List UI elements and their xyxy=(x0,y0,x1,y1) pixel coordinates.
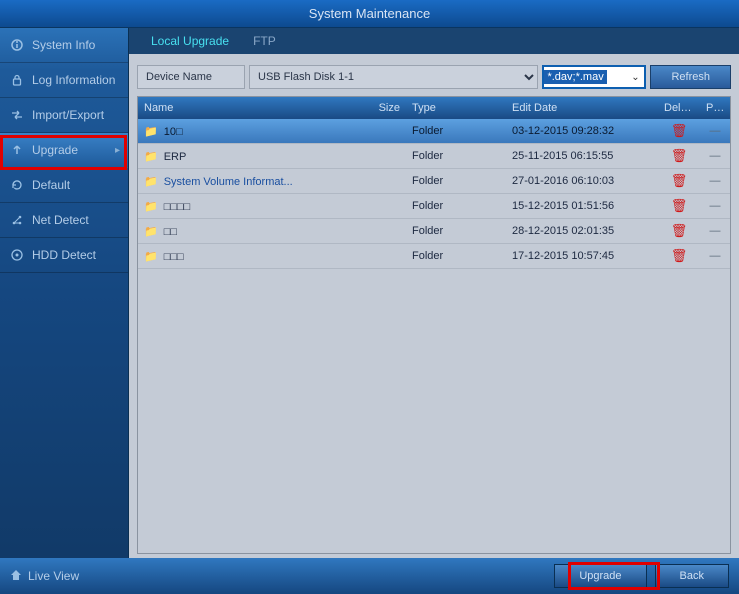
col-size[interactable]: Size xyxy=(368,102,406,114)
folder-icon: 📁 xyxy=(144,126,158,138)
row-type: Folder xyxy=(406,125,506,137)
trash-icon[interactable]: 🗑 xyxy=(671,148,688,163)
play-disabled: — xyxy=(710,150,721,162)
lock-icon xyxy=(10,73,24,87)
play-disabled: — xyxy=(710,225,721,237)
trash-icon[interactable]: 🗑 xyxy=(671,173,688,188)
file-filter-value: *.dav;*.mav xyxy=(544,70,606,84)
folder-icon: 📁 xyxy=(144,176,158,188)
sidebar-item-default[interactable]: Default xyxy=(0,168,128,203)
device-select[interactable]: USB Flash Disk 1-1 xyxy=(249,65,538,89)
col-date[interactable]: Edit Date xyxy=(506,102,658,114)
trash-icon[interactable]: 🗑 xyxy=(671,248,688,263)
sidebar-item-label: System Info xyxy=(32,38,95,52)
play-disabled: — xyxy=(710,250,721,262)
window-title: System Maintenance xyxy=(0,0,739,28)
info-icon xyxy=(10,38,24,52)
footer: Live View Upgrade Back xyxy=(0,558,739,594)
play-disabled: — xyxy=(710,200,721,212)
row-type: Folder xyxy=(406,150,506,162)
folder-name: □□ xyxy=(164,226,177,238)
sidebar-item-log-information[interactable]: Log Information xyxy=(0,63,128,98)
disc-icon xyxy=(10,248,24,262)
file-table: Name Size Type Edit Date Delete Play 📁 10… xyxy=(137,96,731,554)
live-view-button[interactable]: Live View xyxy=(10,569,79,584)
up-icon xyxy=(10,143,24,157)
row-date: 03-12-2015 09:28:32 xyxy=(506,125,658,137)
folder-name: □□□□ xyxy=(164,201,191,213)
row-date: 27-01-2016 06:10:03 xyxy=(506,175,658,187)
col-play[interactable]: Play xyxy=(700,102,730,114)
play-disabled: — xyxy=(710,175,721,187)
transfer-icon xyxy=(10,108,24,122)
folder-name: □□□ xyxy=(164,251,184,263)
sidebar-item-import-export[interactable]: Import/Export xyxy=(0,98,128,133)
live-view-label: Live View xyxy=(28,569,79,583)
sidebar-item-label: Import/Export xyxy=(32,108,104,122)
table-row[interactable]: 📁 10□ Folder03-12-2015 09:28:32 🗑 — xyxy=(138,119,730,144)
folder-link[interactable]: System Volume Informat... xyxy=(164,176,293,188)
row-type: Folder xyxy=(406,250,506,262)
play-disabled: — xyxy=(710,125,721,137)
col-name[interactable]: Name xyxy=(138,102,368,114)
col-delete[interactable]: Delete xyxy=(658,102,700,114)
loop-icon xyxy=(10,178,24,192)
tabs: Local Upgrade FTP xyxy=(129,28,739,54)
col-type[interactable]: Type xyxy=(406,102,506,114)
file-filter[interactable]: *.dav;*.mav ⌄ xyxy=(542,65,646,89)
upgrade-button[interactable]: Upgrade xyxy=(554,564,646,588)
sidebar-item-label: Net Detect xyxy=(32,213,89,227)
table-row[interactable]: 📁 □□□□ Folder15-12-2015 01:51:56 🗑 — xyxy=(138,194,730,219)
trash-icon[interactable]: 🗑 xyxy=(671,198,688,213)
sidebar-item-label: HDD Detect xyxy=(32,248,96,262)
folder-icon: 📁 xyxy=(144,226,158,238)
sidebar-item-system-info[interactable]: System Info xyxy=(0,28,128,63)
row-date: 25-11-2015 06:15:55 xyxy=(506,150,658,162)
net-icon xyxy=(10,213,24,227)
sidebar-item-label: Default xyxy=(32,178,70,192)
row-type: Folder xyxy=(406,225,506,237)
folder-icon: 📁 xyxy=(144,151,158,163)
row-type: Folder xyxy=(406,200,506,212)
sidebar-item-label: Upgrade xyxy=(32,143,78,157)
sidebar-item-net-detect[interactable]: Net Detect xyxy=(0,203,128,238)
table-row[interactable]: 📁 System Volume Informat... Folder27-01-20… xyxy=(138,169,730,194)
row-date: 28-12-2015 02:01:35 xyxy=(506,225,658,237)
folder-name: 10□ xyxy=(164,126,183,138)
device-name-label: Device Name xyxy=(137,65,245,89)
trash-icon[interactable]: 🗑 xyxy=(671,123,688,138)
tab-ftp[interactable]: FTP xyxy=(241,29,288,53)
row-type: Folder xyxy=(406,175,506,187)
table-row[interactable]: 📁 □□ Folder28-12-2015 02:01:35 🗑 — xyxy=(138,219,730,244)
folder-icon: 📁 xyxy=(144,251,158,263)
row-date: 15-12-2015 01:51:56 xyxy=(506,200,658,212)
folder-name: ERP xyxy=(164,151,187,163)
trash-icon[interactable]: 🗑 xyxy=(671,223,688,238)
sidebar-item-upgrade[interactable]: Upgrade ▸ xyxy=(0,133,128,168)
refresh-button[interactable]: Refresh xyxy=(650,65,731,89)
back-button[interactable]: Back xyxy=(655,564,729,588)
table-row[interactable]: 📁 ERP Folder25-11-2015 06:15:55 🗑 — xyxy=(138,144,730,169)
sidebar-item-hdd-detect[interactable]: HDD Detect xyxy=(0,238,128,273)
table-row[interactable]: 📁 □□□ Folder17-12-2015 10:57:45 🗑 — xyxy=(138,244,730,269)
row-date: 17-12-2015 10:57:45 xyxy=(506,250,658,262)
folder-icon: 📁 xyxy=(144,201,158,213)
chevron-down-icon: ⌄ xyxy=(626,72,644,83)
chevron-right-icon: ▸ xyxy=(115,145,120,156)
home-icon xyxy=(10,569,22,584)
tab-local-upgrade[interactable]: Local Upgrade xyxy=(139,29,241,53)
sidebar-item-label: Log Information xyxy=(32,73,115,87)
sidebar: System Info Log Information Import/Export U… xyxy=(0,28,129,558)
table-header: Name Size Type Edit Date Delete Play xyxy=(138,97,730,119)
